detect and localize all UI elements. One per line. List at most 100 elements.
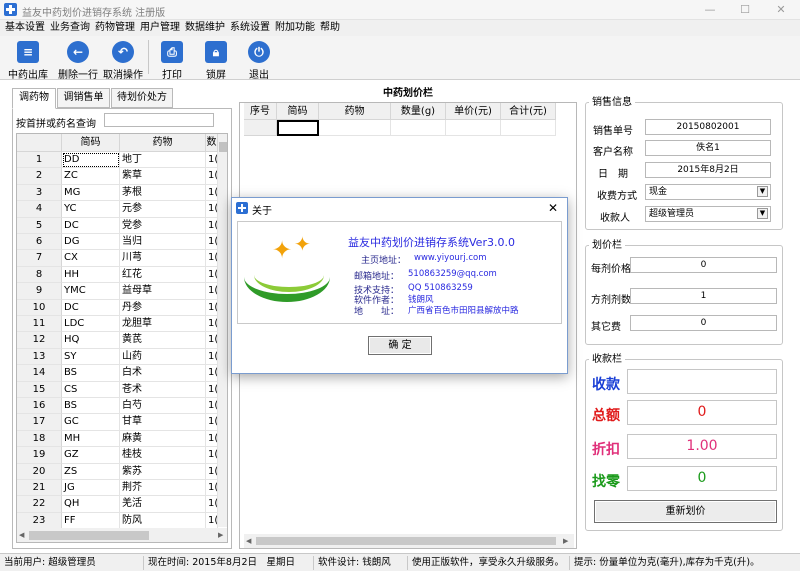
column-header-quantity[interactable]: 数	[206, 134, 218, 152]
drug-name-cell[interactable]: 桂枝	[120, 447, 206, 464]
quantity-cell[interactable]: 1(	[206, 152, 218, 169]
delete-row-button[interactable]: ← 删除一行	[56, 36, 100, 81]
code-cell[interactable]: MG	[62, 184, 120, 202]
code-cell[interactable]: DD	[62, 152, 120, 169]
drug-name-cell[interactable]: 地丁	[120, 152, 206, 169]
quantity-cell[interactable]: 1(	[206, 398, 218, 415]
quantity-cell[interactable]: 1(	[206, 365, 218, 382]
customer-name-field[interactable]: 佚名1	[645, 140, 771, 156]
quantity-cell[interactable]: 1(	[206, 266, 218, 284]
menu-data-maintenance[interactable]: 数据维护	[185, 22, 225, 34]
tab-select-sales-order[interactable]: 调销售单	[57, 88, 110, 108]
drug-name-cell[interactable]: 川芎	[120, 250, 206, 267]
table-row[interactable]: 6 DG 当归 1(	[17, 234, 218, 251]
menu-business-query[interactable]: 业务查询	[50, 22, 90, 34]
column-header-index[interactable]: 序号	[244, 103, 277, 120]
quantity-cell[interactable]: 1(	[206, 512, 218, 528]
table-row[interactable]: 13 SY 山药 1(	[17, 348, 218, 366]
drug-name-cell[interactable]: 苍术	[120, 381, 206, 398]
drug-name-cell[interactable]: 益母草	[120, 283, 206, 300]
table-row[interactable]: 23 FF 防风 1(	[17, 512, 218, 528]
code-cell[interactable]: SY	[62, 348, 120, 366]
tab-select-drug[interactable]: 调药物	[12, 88, 56, 109]
scrollbar-thumb[interactable]	[219, 142, 227, 152]
quantity-cell[interactable]	[391, 120, 446, 136]
table-row[interactable]: 15 CS 苍术 1(	[17, 381, 218, 398]
code-cell[interactable]: HQ	[62, 332, 120, 349]
drug-name-cell[interactable]: 羌活	[120, 496, 206, 513]
table-row[interactable]: 2 ZC 紫草 1(	[17, 168, 218, 185]
order-number-field[interactable]: 20150802001	[645, 119, 771, 135]
drug-name-cell[interactable]: 荆芥	[120, 480, 206, 497]
table-row[interactable]: 11 LDC 龙胆草 1(	[17, 316, 218, 333]
drug-name-cell[interactable]: 龙胆草	[120, 316, 206, 333]
code-cell[interactable]: YMC	[62, 283, 120, 300]
column-header-drug[interactable]: 药物	[120, 134, 206, 152]
unit-price-cell[interactable]	[446, 120, 501, 136]
column-header-drug[interactable]: 药物	[319, 103, 391, 120]
quantity-cell[interactable]: 1(	[206, 283, 218, 300]
pricing-horizontal-scrollbar[interactable]: ◀ ▶	[244, 534, 574, 548]
quantity-cell[interactable]: 1(	[206, 496, 218, 513]
print-button[interactable]: ⎙ 打印	[152, 36, 192, 81]
drug-name-cell[interactable]: 紫苏	[120, 463, 206, 480]
code-cell[interactable]: DC	[62, 217, 120, 234]
table-row[interactable]: 9 YMC 益母草 1(	[17, 283, 218, 300]
code-cell[interactable]: ZS	[62, 463, 120, 480]
quantity-cell[interactable]: 1(	[206, 381, 218, 398]
reprice-button[interactable]: 重新划价	[594, 500, 777, 523]
price-per-dose-field[interactable]: 0	[630, 257, 777, 273]
drug-name-cell[interactable]: 元参	[120, 201, 206, 218]
chevron-down-icon[interactable]: ▼	[757, 186, 768, 197]
table-row[interactable]: 21 JG 荆芥 1(	[17, 480, 218, 497]
quantity-cell[interactable]: 1(	[206, 332, 218, 349]
received-field[interactable]	[627, 369, 777, 394]
quantity-cell[interactable]: 1(	[206, 217, 218, 234]
quantity-cell[interactable]: 1(	[206, 463, 218, 480]
code-cell[interactable]: BS	[62, 398, 120, 415]
drug-name-cell[interactable]: 防风	[120, 512, 206, 528]
dose-count-field[interactable]: 1	[630, 288, 777, 304]
code-cell[interactable]: MH	[62, 430, 120, 448]
code-cell-input[interactable]	[277, 120, 319, 136]
chevron-down-icon[interactable]: ▼	[757, 208, 768, 219]
code-cell[interactable]: GZ	[62, 447, 120, 464]
drug-name-cell[interactable]: 白术	[120, 365, 206, 382]
menu-help[interactable]: 帮助	[320, 22, 340, 34]
code-cell[interactable]: QH	[62, 496, 120, 513]
column-header-code[interactable]: 简码	[277, 103, 319, 120]
tab-pending-prescriptions[interactable]: 待划价处方	[111, 88, 173, 108]
code-cell[interactable]: LDC	[62, 316, 120, 333]
close-icon[interactable]: ✕	[544, 200, 562, 216]
payment-method-select[interactable]: 现金 ▼	[645, 184, 771, 200]
other-fee-field[interactable]: 0	[630, 315, 777, 331]
table-row[interactable]: 8 HH 红花 1(	[17, 266, 218, 284]
table-row[interactable]: 3 MG 茅根 1(	[17, 184, 218, 202]
code-cell[interactable]: YC	[62, 201, 120, 218]
quantity-cell[interactable]: 1(	[206, 480, 218, 497]
scrollbar-thumb[interactable]	[256, 537, 556, 545]
drug-outbound-button[interactable]: ≡ 中药出库	[6, 36, 50, 81]
drug-name-cell[interactable]: 紫草	[120, 168, 206, 185]
scroll-left-icon[interactable]: ◀	[19, 531, 24, 539]
change-field[interactable]: 0	[627, 466, 777, 491]
grid-vertical-scrollbar[interactable]	[218, 134, 227, 527]
discount-field[interactable]: 1.00	[627, 434, 777, 459]
maximize-button[interactable]: ☐	[730, 2, 760, 18]
table-row[interactable]: 10 DC 丹参 1(	[17, 299, 218, 316]
table-row[interactable]: 16 BS 白芍 1(	[17, 398, 218, 415]
column-header-code[interactable]: 简码	[62, 134, 120, 152]
quantity-cell[interactable]: 1(	[206, 299, 218, 316]
lock-screen-button[interactable]: 🔒︎ 锁屏	[196, 36, 236, 81]
column-header-unit-price[interactable]: 单价(元)	[446, 103, 501, 120]
code-cell[interactable]: DC	[62, 299, 120, 316]
minimize-button[interactable]: —	[695, 2, 725, 18]
code-cell[interactable]: CS	[62, 381, 120, 398]
close-window-button[interactable]: ✕	[766, 2, 796, 18]
menu-system-settings[interactable]: 系统设置	[230, 22, 270, 34]
quantity-cell[interactable]: 1(	[206, 447, 218, 464]
grid-horizontal-scrollbar[interactable]: ◀ ▶	[17, 528, 227, 542]
code-cell[interactable]: GC	[62, 414, 120, 431]
table-row[interactable]: 7 CX 川芎 1(	[17, 250, 218, 267]
drug-name-cell[interactable]: 麻黄	[120, 430, 206, 448]
